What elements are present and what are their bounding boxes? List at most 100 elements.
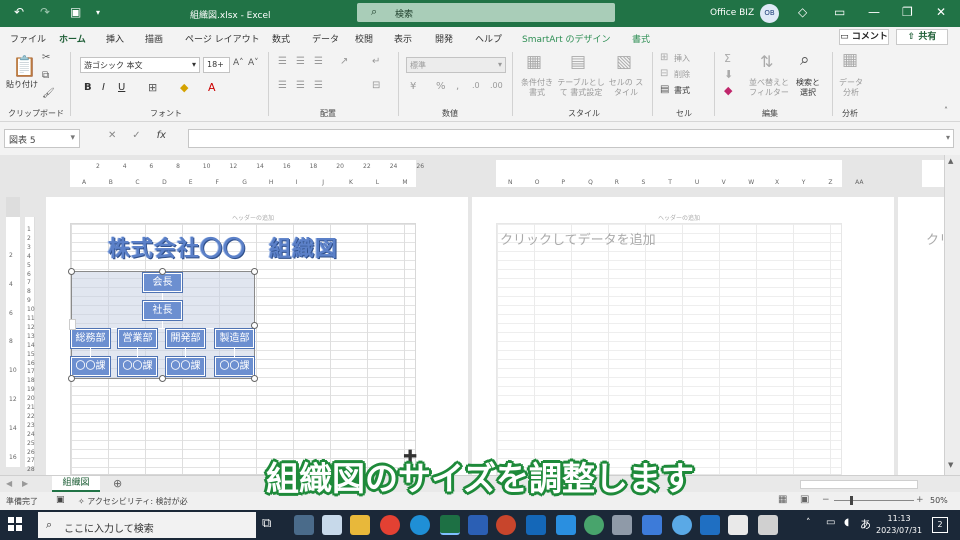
format-cells-icon[interactable]: ▤ [660,84,669,95]
org-node-section-4[interactable]: 〇〇課 [215,357,254,376]
avatar[interactable]: OB [760,4,779,23]
ime-indicator[interactable]: あ [860,516,871,532]
click-to-add-data[interactable]: クリックしてデータを追加 [500,229,656,248]
find-select-label[interactable]: 検索と 選択 [792,78,824,98]
user-name[interactable]: Office BIZ [710,8,754,18]
fill-color-icon[interactable]: ◆ [180,81,188,94]
resize-handle-top-right[interactable] [251,268,258,275]
org-node-section-1[interactable]: 〇〇課 [71,357,110,376]
cancel-icon[interactable]: ✕ [108,130,116,141]
italic-icon[interactable]: I [102,82,105,93]
clear-icon[interactable]: ◆ [724,84,732,97]
formula-input[interactable] [188,129,954,148]
app-media-icon[interactable] [700,515,720,535]
format-as-table-label[interactable]: テーブルとして 書式設定 [556,78,606,98]
format-painter-icon[interactable]: 🖌 [42,88,55,99]
bold-icon[interactable]: B [84,82,92,93]
autosum-icon[interactable]: Σ [724,52,731,65]
tab-developer[interactable]: 開発 [435,32,453,45]
org-node-manufacturing[interactable]: 製造部 [215,329,254,348]
analyze-data-label[interactable]: データ 分析 [836,78,866,98]
tab-draw[interactable]: 描画 [145,32,163,45]
insert-cells-label[interactable]: 挿入 [674,54,690,64]
tab-review[interactable]: 校閲 [355,32,373,45]
increase-decimal-icon[interactable]: .0 [472,81,480,90]
app-powerpoint-icon[interactable] [496,515,516,535]
volume-icon[interactable]: ◖ [844,517,849,528]
app-excel-icon[interactable] [440,515,460,535]
app-chrome-icon[interactable] [380,515,400,535]
format-cells-label[interactable]: 書式 [674,86,690,96]
wrap-text-icon[interactable]: ↵ [372,56,380,67]
taskbar-search[interactable]: ⌕ ここに入力して検索 [38,512,256,538]
shrink-font-icon[interactable]: A˅ [248,58,259,68]
decrease-decimal-icon[interactable]: .00 [490,81,503,90]
number-format-select[interactable]: 標準 ▾ [406,57,506,73]
tab-insert[interactable]: 挿入 [106,32,124,45]
tab-view[interactable]: 表示 [394,32,412,45]
tab-file[interactable]: ファイル [10,32,46,45]
percent-icon[interactable]: % [436,81,446,92]
resize-handle-bottom-right[interactable] [251,375,258,382]
notification-center-icon[interactable]: 2 [932,517,948,533]
app-snip-icon[interactable] [758,515,778,535]
sort-filter-icon[interactable]: ⇅ [760,52,773,71]
comma-icon[interactable]: , [456,81,459,92]
search-box[interactable]: ⌕ 検索 [357,3,615,22]
collapse-ribbon-icon[interactable]: ˄ [944,106,948,115]
app-edge-icon[interactable] [410,515,430,535]
underline-icon[interactable]: U [118,82,125,93]
scroll-up-icon[interactable]: ▲ [948,157,953,165]
tray-overflow-icon[interactable]: ˄ [806,518,811,528]
orientation-icon[interactable]: ↗ [340,56,348,67]
enter-icon[interactable]: ✓ [132,130,140,141]
app-photos-icon[interactable] [642,515,662,535]
align-top-icon[interactable]: ☰ [278,56,287,67]
customize-quick-access-icon[interactable]: ▾ [96,8,100,17]
org-node-chairman[interactable]: 会長 [143,273,182,292]
cell-styles-label[interactable]: セルの スタイル [606,78,646,98]
comment-button[interactable]: ▭ コメント [839,29,889,45]
premium-diamond-icon[interactable]: ◇ [798,5,807,19]
app-cloud-icon[interactable] [672,515,692,535]
resize-handle-bottom-left[interactable] [68,375,75,382]
resize-handle-top-left[interactable] [68,268,75,275]
name-box[interactable]: 図表 5 ▾ [4,129,80,148]
minimize-icon[interactable]: — [868,5,880,19]
org-node-general-affairs[interactable]: 総務部 [71,329,110,348]
windows-start-icon[interactable] [8,517,22,531]
ribbon-display-icon[interactable]: ▭ [834,5,845,19]
align-right-icon[interactable]: ☰ [314,80,323,91]
org-node-development[interactable]: 開発部 [166,329,205,348]
tab-formulas[interactable]: 数式 [272,32,290,45]
app-files-icon[interactable] [350,515,370,535]
org-node-president[interactable]: 社長 [143,301,182,320]
analyze-data-icon[interactable]: ▦ [842,50,858,70]
expand-formula-icon[interactable]: ▾ [946,133,950,142]
resize-handle-top[interactable] [159,268,166,275]
conditional-format-icon[interactable]: ▦ [526,52,542,72]
align-middle-icon[interactable]: ☰ [296,56,305,67]
merge-icon[interactable]: ⊟ [372,80,380,91]
app-notes-icon[interactable] [322,515,342,535]
paste-icon[interactable]: 📋 [12,54,37,78]
org-node-section-2[interactable]: 〇〇課 [118,357,157,376]
task-view-icon[interactable]: ⧉ [262,516,271,531]
cell-styles-icon[interactable]: ▧ [616,52,632,72]
tab-page-layout[interactable]: ページ レイアウト [185,32,260,45]
org-node-section-3[interactable]: 〇〇課 [166,357,205,376]
app-explorer-icon[interactable] [294,515,314,535]
font-size-select[interactable]: 18+ [203,57,230,73]
app-outlook-icon[interactable] [526,515,546,535]
font-name-select[interactable]: 游ゴシック 本文 ▾ [80,57,200,73]
text-pane-toggle[interactable] [69,319,76,330]
zoom-slider[interactable] [834,500,914,501]
align-center-icon[interactable]: ☰ [296,80,305,91]
app-word-icon[interactable] [468,515,488,535]
app-vscode-icon[interactable] [556,515,576,535]
org-chart-title[interactable]: 株式会社〇〇 組織図 [108,231,338,263]
tab-home[interactable]: ホーム [59,32,86,50]
restore-icon[interactable]: ❐ [902,5,913,19]
vertical-scrollbar[interactable] [944,155,960,475]
close-icon[interactable]: ✕ [936,5,946,19]
